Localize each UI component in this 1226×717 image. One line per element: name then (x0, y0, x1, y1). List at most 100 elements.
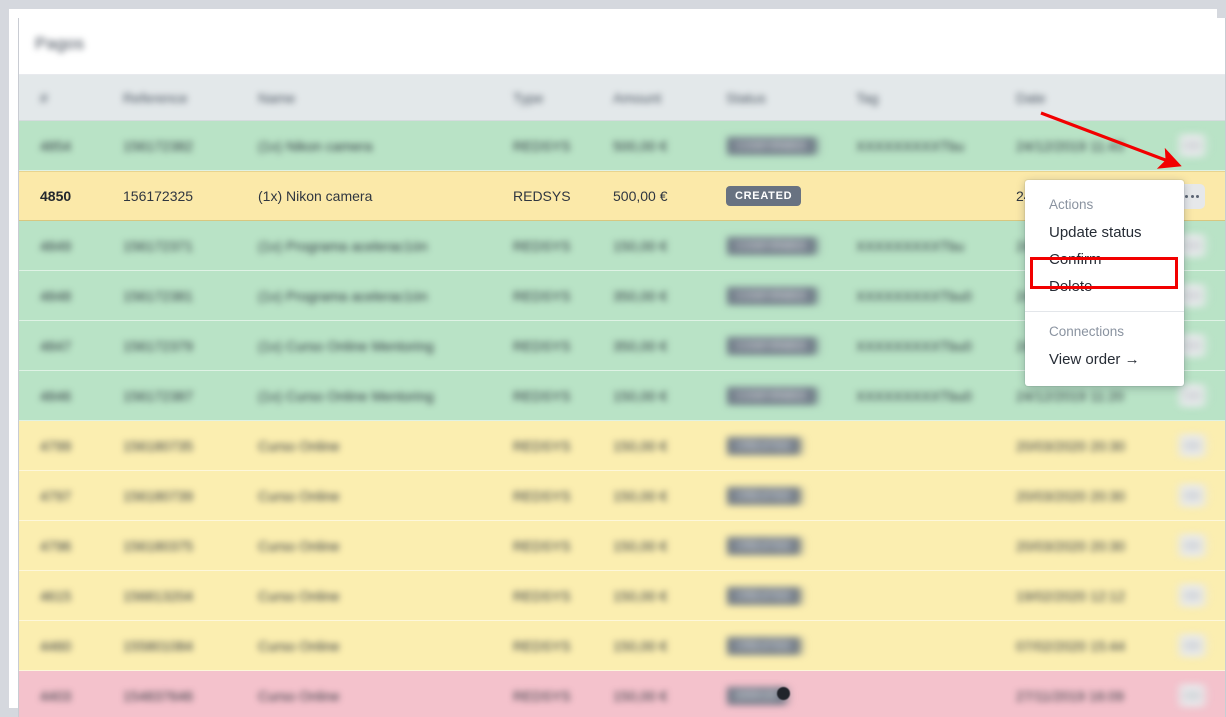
cell-status: CONFIRMED (726, 235, 856, 256)
cell-tag: XXXXXXXXXTbu0 (856, 287, 972, 304)
cell-id: 4849 (19, 238, 123, 254)
cell-date: 20/03/2020 20:30 (1016, 487, 1125, 504)
table-row[interactable]: 4403 154837646 Curso Online REDSYS 150,00 € E… (19, 671, 1225, 717)
table-row[interactable]: 4460 155801084 Curso Online REDSYS 150,00 € C… (19, 621, 1225, 671)
table-row[interactable]: 4797 156180739 Curso Online REDSYS 150,00 € C… (19, 471, 1225, 521)
table-row[interactable]: 4615 156813204 Curso Online REDSYS 150,00 € C… (19, 571, 1225, 621)
cell-date: 27/11/2019 16:09 (1016, 687, 1124, 704)
cell-status: CREATED (726, 585, 856, 606)
column-header-status: Status (726, 89, 766, 106)
row-id-value: 4850 (40, 188, 72, 204)
cell-date: 20/03/2020 20:30 (1016, 437, 1125, 454)
row-id-value: 4799 (40, 437, 72, 454)
cell-actions (1176, 383, 1225, 408)
cell-status: CONFIRMED (726, 335, 856, 356)
cell-reference: 156172379 (123, 337, 194, 354)
cell-reference: 154837646 (123, 687, 194, 704)
ellipsis-icon[interactable] (1179, 433, 1205, 458)
mouse-cursor (777, 687, 790, 700)
cell-reference: 156180735 (123, 437, 194, 454)
cell-id: 4797 (19, 488, 123, 504)
status-badge: CREATED (726, 635, 802, 656)
menu-divider (1025, 311, 1184, 312)
menu-item-confirm[interactable]: Confirm (1025, 246, 1184, 273)
cell-status: CREATED (726, 485, 856, 506)
status-badge: CREATED (726, 585, 802, 606)
cell-status: CREATED (726, 435, 856, 456)
status-badge: CREATED (726, 485, 802, 506)
page-title: Pagos (35, 34, 85, 53)
cell-reference: 156172371 (123, 237, 194, 254)
cell-type: REDSYS (513, 687, 571, 704)
menu-item-view-order[interactable]: View order → (1025, 346, 1184, 373)
row-id-value: 4460 (40, 637, 72, 654)
cell-amount: 150,00 € (613, 587, 668, 604)
table-row[interactable]: 4799 156180735 Curso Online REDSYS 150,00 € C… (19, 421, 1225, 471)
cell-amount: 150,00 € (613, 387, 668, 404)
cell-status: CREATED (726, 535, 856, 556)
cell-type: REDSYS (513, 537, 571, 554)
cell-amount: 500,00 € (613, 188, 668, 204)
cell-type: REDSYS (513, 587, 571, 604)
cell-reference: 156180375 (123, 537, 194, 554)
cell-id: 4796 (19, 538, 123, 554)
cell-name: (1x) Nikon camera (258, 188, 373, 204)
cell-tag: XXXXXXXXXTbu (856, 137, 965, 154)
cell-id: 4460 (19, 638, 123, 654)
ellipsis-icon[interactable] (1179, 583, 1205, 608)
cell-amount: 150,00 € (613, 487, 668, 504)
cell-status: CONFIRMED (726, 285, 856, 306)
row-id-value: 4848 (40, 287, 72, 304)
window-frame: Pagos # Reference Name Type Amount Statu… (0, 0, 1226, 717)
cell-amount: 350,00 € (613, 287, 668, 304)
row-id-value: 4849 (40, 237, 72, 254)
row-id-value: 4615 (40, 587, 72, 604)
cell-reference: 156172387 (123, 387, 194, 404)
cell-status: CREATED (726, 186, 856, 206)
cell-type: REDSYS (513, 137, 571, 154)
cell-actions (1176, 683, 1225, 708)
cell-id: 4854 (19, 138, 123, 154)
cell-date: 07/02/2020 15:44 (1016, 637, 1125, 654)
row-id-value: 4403 (40, 687, 72, 704)
table-row[interactable]: 4796 156180375 Curso Online REDSYS 150,00 € C… (19, 521, 1225, 571)
status-badge: CREATED (726, 535, 802, 556)
cell-name: (1x) Curso Online Mentoring (258, 337, 434, 354)
ellipsis-icon[interactable] (1179, 683, 1205, 708)
ellipsis-icon[interactable] (1179, 133, 1205, 158)
cell-date: 24/12/2019 11:43 (1016, 137, 1124, 154)
cell-name: Curso Online (258, 587, 340, 604)
cell-name: Curso Online (258, 537, 340, 554)
ellipsis-icon[interactable] (1179, 633, 1205, 658)
cell-type: REDSYS (513, 387, 571, 404)
status-badge: CONFIRMED (726, 135, 817, 156)
cell-id: 4850 (19, 188, 123, 204)
menu-item-update-status[interactable]: Update status (1025, 219, 1184, 246)
cell-status: CREATED (726, 635, 856, 656)
cell-reference: 156813204 (123, 587, 194, 604)
cell-date: 20/03/2020 20:30 (1016, 537, 1125, 554)
scrollbar-track[interactable] (1221, 18, 1225, 717)
cell-amount: 150,00 € (613, 637, 668, 654)
menu-item-delete[interactable]: Delete (1025, 273, 1184, 300)
cell-name: (1x) Programa acelerac1ón (258, 237, 428, 254)
row-actions-dropdown[interactable]: Actions Update status Confirm Delete Connect… (1025, 180, 1184, 386)
payments-table: # Reference Name Type Amount Status Tag … (19, 75, 1225, 717)
cell-tag: XXXXXXXXXTbu0 (856, 337, 972, 354)
ellipsis-icon[interactable] (1179, 483, 1205, 508)
cell-amount: 150,00 € (613, 537, 668, 554)
cell-amount: 150,00 € (613, 687, 668, 704)
table-row[interactable]: 4854 156172382 (1x) Nikon camera REDSYS 500,… (19, 121, 1225, 171)
column-header-reference: Reference (123, 89, 188, 106)
cell-name: (1x) Programa acelerac1ón (258, 287, 428, 304)
ellipsis-icon[interactable] (1179, 383, 1205, 408)
column-header-type: Type (513, 89, 544, 106)
ellipsis-icon[interactable] (1179, 533, 1205, 558)
menu-section-header: Connections (1049, 324, 1125, 339)
cell-type: REDSYS (513, 337, 571, 354)
cell-name: Curso Online (258, 437, 340, 454)
cell-name: (1x) Curso Online Mentoring (258, 387, 434, 404)
menu-section-header: Actions (1049, 197, 1094, 212)
cell-name: (1x) Nikon camera (258, 137, 373, 154)
column-header-date: Date (1016, 89, 1046, 106)
